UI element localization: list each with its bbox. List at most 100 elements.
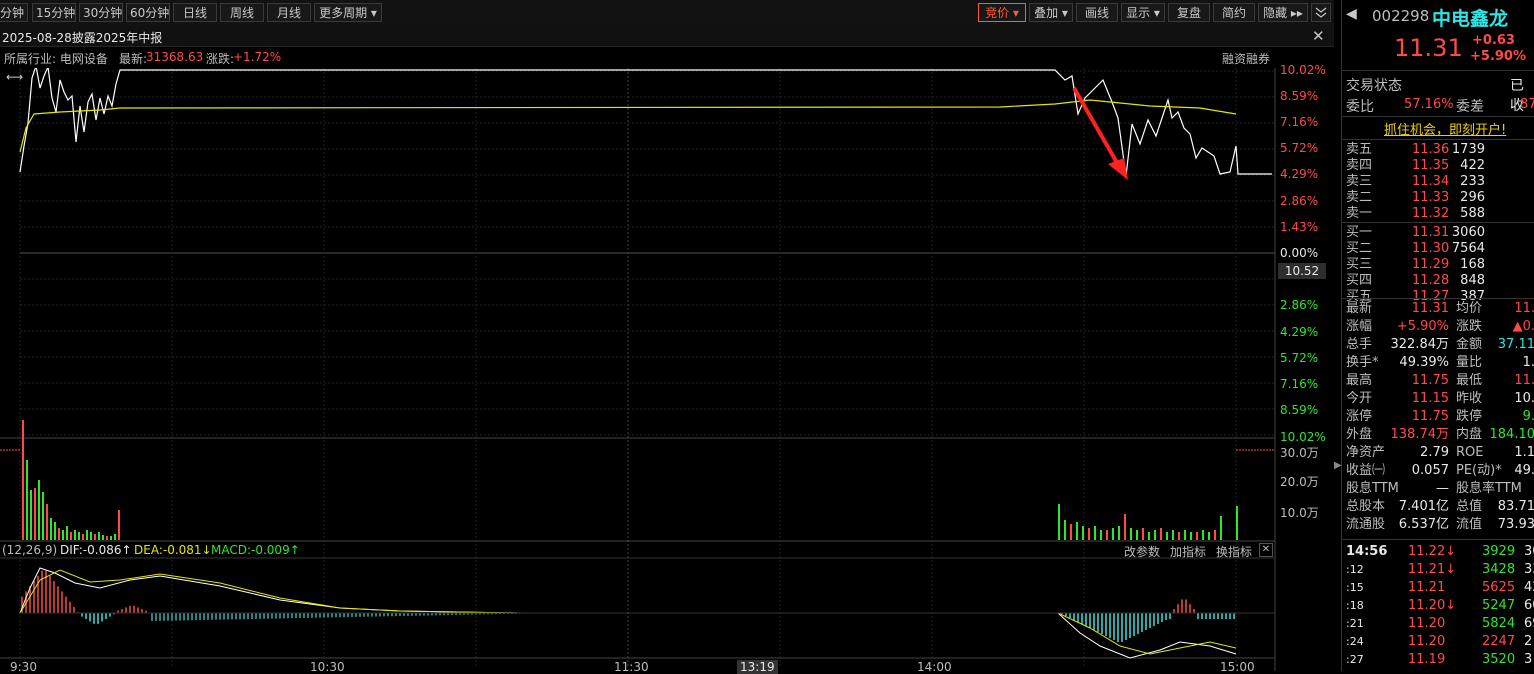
simple-mode-button[interactable]: 简约 xyxy=(1213,3,1255,22)
stat-label: 外盘 xyxy=(1346,426,1372,444)
volume-bar xyxy=(38,480,40,540)
volume-bar xyxy=(90,532,92,540)
tick-time: 14:56 xyxy=(1346,543,1387,561)
collapse-icon[interactable] xyxy=(1311,3,1331,22)
draw-line-button[interactable]: 画线 xyxy=(1076,3,1118,22)
stat-label: 涨停 xyxy=(1346,408,1372,426)
period-60min-button[interactable]: 60分钟 xyxy=(126,3,170,22)
volume-bar xyxy=(66,526,68,540)
auction-dropdown[interactable]: 竞价 ▾ xyxy=(978,3,1026,22)
tick-price: 11.20 xyxy=(1408,615,1445,633)
volume-bar xyxy=(1094,526,1096,540)
commission-diff-value: 87 xyxy=(1520,97,1534,112)
period-15min-button[interactable]: 15分钟 xyxy=(32,3,76,22)
overlay-dropdown[interactable]: 叠加 ▾ xyxy=(1029,3,1073,22)
pct-label-upper: 2.86% xyxy=(1280,194,1318,208)
industry-bar: 所属行业: 电网设备 最新: 31368.63 涨跌: +1.72% 融资融券 xyxy=(0,46,1334,68)
tick-row[interactable]: :1811.20↓524760 xyxy=(1342,597,1534,615)
panel-toggle-icon[interactable]: ▶ xyxy=(1334,460,1342,471)
volume-bar xyxy=(54,522,56,540)
time-label: 11:30 xyxy=(614,660,649,674)
stat-value: 6.537亿 xyxy=(1399,516,1449,534)
hide-panel-button[interactable]: 隐藏 ▸▸ xyxy=(1258,3,1308,22)
stock-name[interactable]: 中电鑫龙 xyxy=(1432,4,1508,31)
display-dropdown[interactable]: 显示 ▾ xyxy=(1121,3,1165,22)
pct-label-lower: 5.72% xyxy=(1280,351,1318,365)
stat-row: 最高11.75最低11. xyxy=(1342,372,1534,390)
stat-label: 收益㈠ xyxy=(1346,462,1385,480)
tick-time: :15 xyxy=(1346,579,1364,597)
margin-trading-link[interactable]: 融资融券 xyxy=(1222,50,1270,67)
stat-value: 83.71 xyxy=(1498,498,1534,516)
tick-volume: 3929 xyxy=(1482,543,1515,561)
more-periods-dropdown[interactable]: 更多周期 ▾ xyxy=(314,3,382,22)
volume-label: 20.0万 xyxy=(1280,473,1319,490)
tick-time: :27 xyxy=(1346,651,1364,669)
volume-bar xyxy=(1220,516,1222,540)
tick-volume: 3520 xyxy=(1482,651,1515,669)
period-month-button[interactable]: 月线 xyxy=(267,3,311,22)
close-indicator-icon[interactable]: ✕ xyxy=(1259,543,1273,557)
stat-label: 最新 xyxy=(1346,300,1372,318)
stat-label: 涨跌 xyxy=(1456,318,1482,336)
volume-bar xyxy=(1142,528,1144,540)
volume-bar xyxy=(1214,530,1216,540)
stat-value: 1.1 xyxy=(1514,444,1534,462)
stat-value: 184.10 xyxy=(1490,426,1534,444)
stat-row: 换手*49.39%量比1. xyxy=(1342,354,1534,372)
intraday-chart-canvas[interactable] xyxy=(0,68,1334,671)
stat-value: ▲0. xyxy=(1513,318,1534,336)
volume-bar xyxy=(1064,520,1066,540)
period-30min-button[interactable]: 30分钟 xyxy=(79,3,123,22)
stat-value: 11.75 xyxy=(1412,408,1449,426)
notice-text[interactable]: 2025-08-28披露2025年中报 xyxy=(2,29,162,46)
open-account-link[interactable]: 抓住机会，即刻开户! xyxy=(1384,119,1506,138)
industry-label[interactable]: 所属行业: 电网设备 xyxy=(4,50,108,67)
add-indicator-button[interactable]: 加指标 xyxy=(1170,543,1206,560)
volume-bar xyxy=(1106,530,1108,540)
replay-button[interactable]: 复盘 xyxy=(1168,3,1210,22)
period-week-button[interactable]: 周线 xyxy=(220,3,264,22)
volume-bar xyxy=(1100,530,1102,540)
switch-indicator-button[interactable]: 换指标 xyxy=(1216,543,1252,560)
tick-row[interactable]: :1511.21562542 xyxy=(1342,579,1534,597)
tick-price: 11.21↓ xyxy=(1408,561,1456,579)
volume-bar xyxy=(1136,530,1138,540)
tick-extra: 69 xyxy=(1524,615,1534,633)
expand-arrows-icon[interactable]: ⟷ xyxy=(6,70,23,84)
tick-extra: 33 xyxy=(1524,561,1534,579)
time-label: 15:00 xyxy=(1220,660,1255,674)
stat-value: 10. xyxy=(1514,390,1534,408)
volume-bar xyxy=(118,510,120,540)
commission-diff-label: 委差 xyxy=(1456,96,1484,116)
tick-row[interactable]: :1211.21↓342833 xyxy=(1342,561,1534,579)
prev-stock-icon[interactable]: ◀ xyxy=(1346,6,1357,22)
stat-value: 37.11 xyxy=(1498,336,1534,354)
change-params-button[interactable]: 改参数 xyxy=(1124,543,1160,560)
period-1min-button[interactable]: 分钟 xyxy=(0,3,28,22)
tick-volume: 3428 xyxy=(1482,561,1515,579)
pct-label-lower: 2.86% xyxy=(1280,298,1318,312)
volume-bar xyxy=(1178,532,1180,540)
tick-row[interactable]: 14:5611.22↓392930 xyxy=(1342,543,1534,561)
tick-extra: 2 xyxy=(1524,633,1532,651)
ask-row[interactable]: 卖一11.32588 xyxy=(1342,205,1534,223)
volume-bar xyxy=(1058,504,1060,540)
volume-bar xyxy=(1172,530,1174,540)
period-day-button[interactable]: 日线 xyxy=(173,3,217,22)
stat-row: 收益㈠0.057PE(动)*49. xyxy=(1342,462,1534,480)
close-icon[interactable]: ✕ xyxy=(1312,27,1325,45)
stat-value: 0.057 xyxy=(1412,462,1449,480)
tick-row[interactable]: :2111.20582469 xyxy=(1342,615,1534,633)
intraday-chart[interactable]: 10.02% 8.59% 7.16% 5.72% 4.29% 2.86% 1.4… xyxy=(0,68,1334,671)
tick-row[interactable]: :2711.1935203 xyxy=(1342,651,1534,669)
stat-value: 2.79 xyxy=(1420,444,1449,462)
volume-bar xyxy=(1236,506,1238,540)
tick-volume: 2247 xyxy=(1482,633,1515,651)
time-label: 9:30 xyxy=(10,660,37,674)
tick-row[interactable]: :2411.2022472 xyxy=(1342,633,1534,651)
pct-label-upper: 1.43% xyxy=(1280,220,1318,234)
macd-params[interactable]: (12,26,9) xyxy=(2,543,57,557)
stat-value: 7.401亿 xyxy=(1399,498,1449,516)
volume-bar xyxy=(98,532,100,540)
